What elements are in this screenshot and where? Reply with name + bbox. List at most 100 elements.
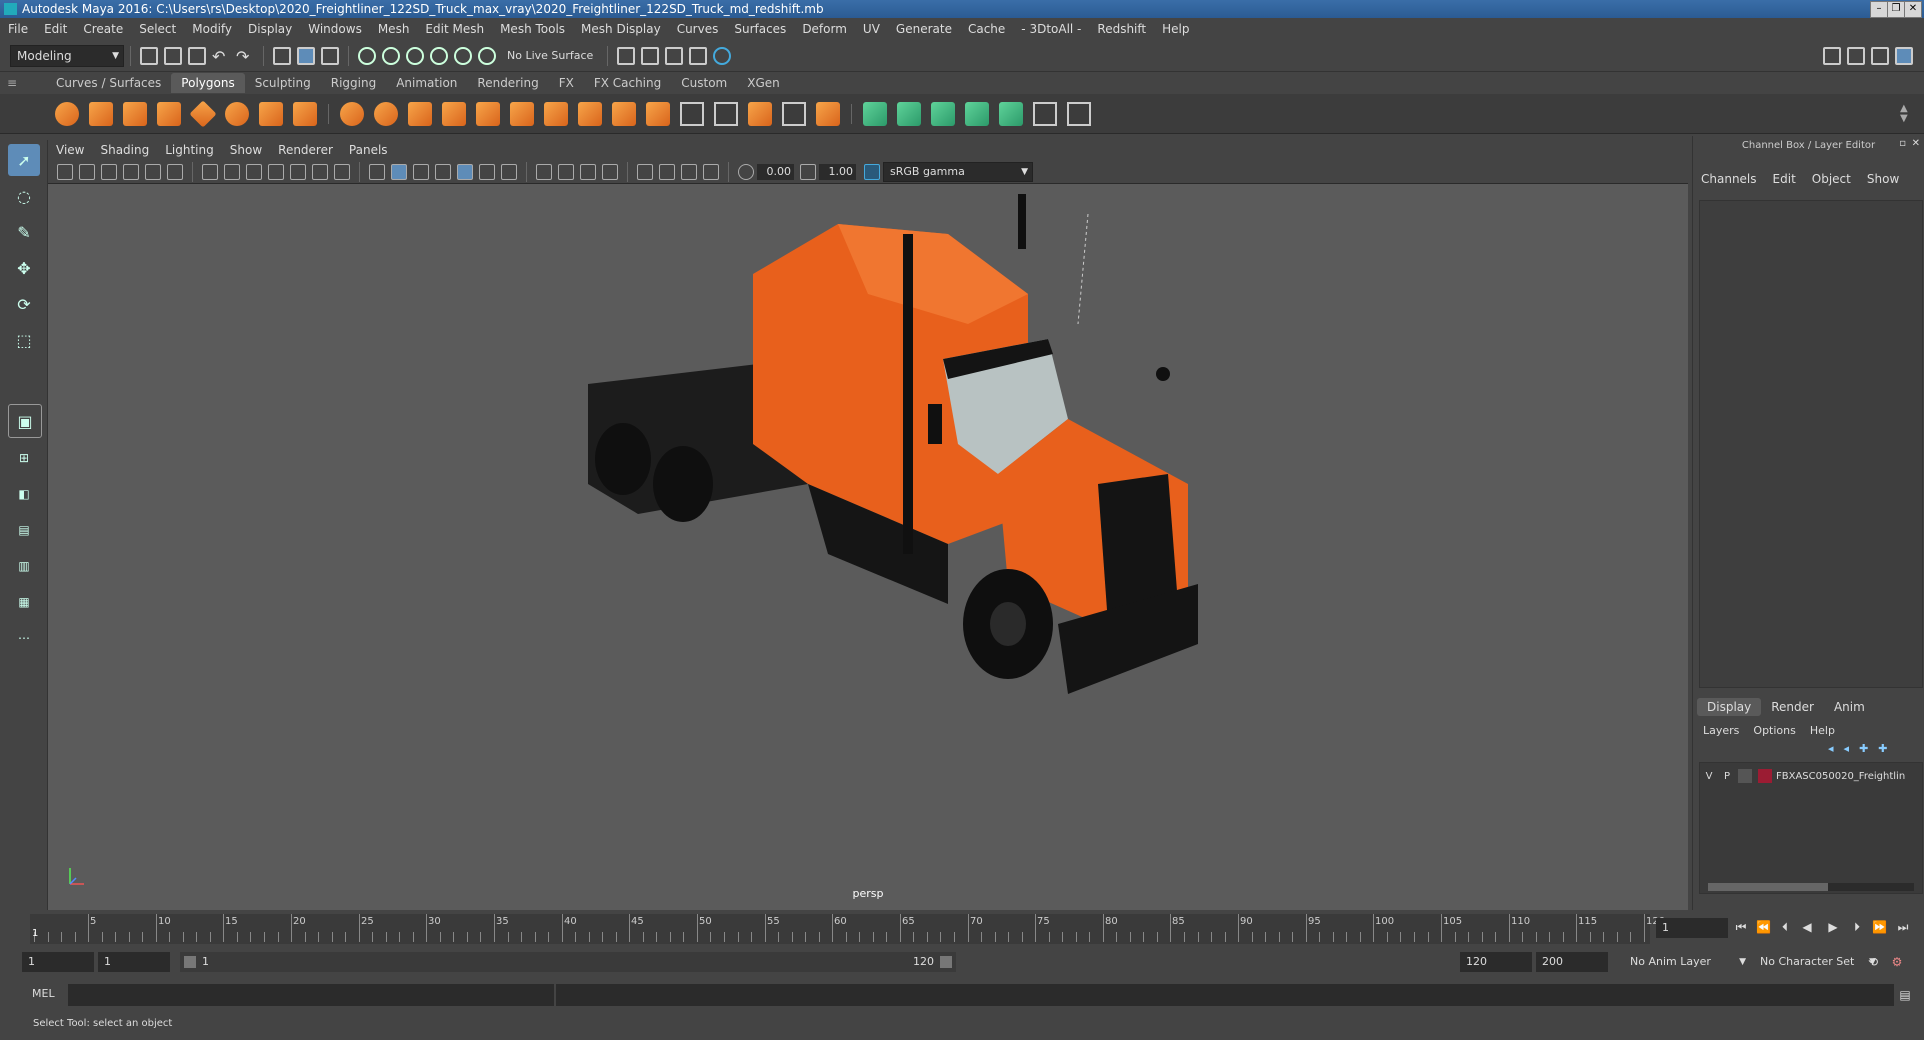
smooth-icon[interactable] xyxy=(476,101,500,126)
bevel-icon[interactable] xyxy=(646,101,670,126)
mirror-icon[interactable] xyxy=(544,101,568,126)
viewport-menu-lighting[interactable]: Lighting xyxy=(157,140,222,160)
wireframe-icon[interactable] xyxy=(369,163,385,180)
step-back-frame-icon[interactable]: ⏴ xyxy=(1778,920,1792,934)
xray-components-icon[interactable] xyxy=(703,163,719,180)
screen-space-ao-icon[interactable] xyxy=(536,163,552,180)
layer-options-menu[interactable]: Options xyxy=(1753,724,1795,737)
start-time-field[interactable]: 1 xyxy=(22,952,94,972)
layers-menu[interactable]: Layers xyxy=(1703,724,1739,737)
tool-settings-icon[interactable] xyxy=(1871,46,1889,65)
menu-uv[interactable]: UV xyxy=(855,22,888,36)
shelf-tab-fx-caching[interactable]: FX Caching xyxy=(584,73,671,93)
select-component-icon[interactable] xyxy=(321,46,339,65)
menu-3dtoall[interactable]: - 3DtoAll - xyxy=(1013,22,1089,36)
safe-title-icon[interactable] xyxy=(334,163,350,180)
paint-select-tool-icon[interactable]: ✎ xyxy=(8,216,40,248)
cut-uv-icon[interactable] xyxy=(999,101,1023,126)
poly-plane-icon[interactable] xyxy=(189,99,217,128)
planar-map-icon[interactable] xyxy=(863,101,887,126)
persp-outliner-layout-icon[interactable]: ▤ xyxy=(8,514,40,546)
textured-icon[interactable] xyxy=(457,163,473,180)
shelf-tab-rigging[interactable]: Rigging xyxy=(321,73,386,93)
step-back-key-icon[interactable]: ⏪ xyxy=(1756,920,1771,934)
uv-editor-icon[interactable] xyxy=(1033,101,1057,126)
exposure-field[interactable]: 0.00 xyxy=(757,163,794,180)
ipr-render-icon[interactable] xyxy=(665,46,684,65)
end-time-field[interactable]: 200 xyxy=(1536,952,1608,972)
move-layer-down-icon[interactable]: ◂ xyxy=(1844,742,1850,755)
spherical-map-icon[interactable] xyxy=(931,101,955,126)
booleans-icon[interactable] xyxy=(442,101,466,126)
channel-show-menu[interactable]: Show xyxy=(1867,172,1899,186)
shelf-tab-curves-surfaces[interactable]: Curves / Surfaces xyxy=(46,73,171,93)
shelf-tab-sculpting[interactable]: Sculpting xyxy=(245,73,321,93)
move-layer-up-icon[interactable]: ◂ xyxy=(1828,742,1834,755)
snap-view-icon[interactable] xyxy=(430,46,448,65)
isolate-select-icon[interactable] xyxy=(637,163,653,180)
single-perspective-layout-icon[interactable]: ▣ xyxy=(8,404,42,438)
shelf-tab-fx[interactable]: FX xyxy=(549,73,584,93)
gate-mask-icon[interactable] xyxy=(268,163,284,180)
target-weld-icon[interactable] xyxy=(748,101,772,126)
film-gate-icon[interactable] xyxy=(224,163,240,180)
channel-edit-menu[interactable]: Edit xyxy=(1773,172,1796,186)
layer-help-menu[interactable]: Help xyxy=(1810,724,1835,737)
undo-icon[interactable]: ↶ xyxy=(212,47,230,66)
layer-name[interactable]: FBXASC050020_Freightlin xyxy=(1776,771,1905,782)
menu-create[interactable]: Create xyxy=(75,22,131,36)
layer-type-toggle[interactable] xyxy=(1738,769,1752,783)
hypershade-icon[interactable] xyxy=(713,46,732,65)
gamma-icon[interactable] xyxy=(800,163,816,180)
range-end-handle[interactable] xyxy=(940,956,952,968)
select-hierarchy-icon[interactable] xyxy=(273,46,291,65)
float-panel-icon[interactable]: ▫ xyxy=(1899,138,1906,149)
exposure-icon[interactable] xyxy=(738,163,754,180)
layer-playback-toggle[interactable]: P xyxy=(1718,771,1736,782)
restore-icon[interactable]: ❐ xyxy=(1887,1,1905,18)
viewport-menu-panels[interactable]: Panels xyxy=(341,140,396,160)
layer-visibility-toggle[interactable]: V xyxy=(1700,771,1718,782)
separate-icon[interactable] xyxy=(374,101,398,126)
snap-curve-icon[interactable] xyxy=(382,46,400,65)
multi-cut-icon[interactable] xyxy=(714,101,738,126)
quad-draw-icon[interactable] xyxy=(816,101,840,126)
anim-preferences-icon[interactable]: ⚙ xyxy=(1890,955,1904,969)
range-slider[interactable]: 1 120 xyxy=(180,952,956,972)
save-scene-icon[interactable] xyxy=(188,46,206,65)
poly-pyramid-icon[interactable] xyxy=(259,101,283,126)
camera-select-icon[interactable] xyxy=(57,163,73,180)
live-surface-field[interactable]: No Live Surface xyxy=(499,49,601,62)
2d-pan-zoom-icon[interactable] xyxy=(145,163,161,180)
poly-cube-icon[interactable] xyxy=(89,101,113,126)
grid-icon[interactable] xyxy=(202,163,218,180)
new-layer-icon[interactable]: ✚ xyxy=(1859,742,1868,755)
minimize-icon[interactable]: – xyxy=(1870,1,1888,18)
play-backward-icon[interactable]: ◀ xyxy=(1800,920,1814,934)
merge-icon[interactable] xyxy=(782,101,806,126)
color-management-icon[interactable] xyxy=(864,163,880,180)
scale-tool-icon[interactable]: ⬚ xyxy=(8,324,40,356)
time-slider[interactable]: 5 10 15 20 25 30 35 40 45 50 55 60 65 70 75 80 85 90 95 100… xyxy=(0,910,1924,948)
menu-edit[interactable]: Edit xyxy=(36,22,75,36)
sew-uv-icon[interactable] xyxy=(1067,101,1091,126)
viewport-menu-renderer[interactable]: Renderer xyxy=(270,140,341,160)
safe-action-icon[interactable] xyxy=(312,163,328,180)
toolbox-more-icon[interactable]: ⋯ xyxy=(8,622,40,654)
new-scene-icon[interactable] xyxy=(140,46,158,65)
play-forward-icon[interactable]: ▶ xyxy=(1826,920,1840,934)
render-view-icon[interactable] xyxy=(617,46,636,65)
menu-mesh-tools[interactable]: Mesh Tools xyxy=(492,22,573,36)
magnet-icon[interactable] xyxy=(478,46,496,65)
grease-pencil-icon[interactable] xyxy=(167,163,183,180)
script-language-label[interactable]: MEL xyxy=(32,987,55,1000)
field-chart-icon[interactable] xyxy=(290,163,306,180)
extract-icon[interactable] xyxy=(408,101,432,126)
shadows-icon[interactable] xyxy=(501,163,517,180)
menu-windows[interactable]: Windows xyxy=(300,22,370,36)
shelf-tab-rendering[interactable]: Rendering xyxy=(467,73,548,93)
go-to-end-icon[interactable]: ⏭ xyxy=(1896,920,1910,934)
shelf-menu-icon[interactable]: ≡ xyxy=(0,76,24,90)
rotate-tool-icon[interactable]: ⟳ xyxy=(8,288,40,320)
script-editor-icon[interactable]: ▤ xyxy=(1898,988,1912,1002)
